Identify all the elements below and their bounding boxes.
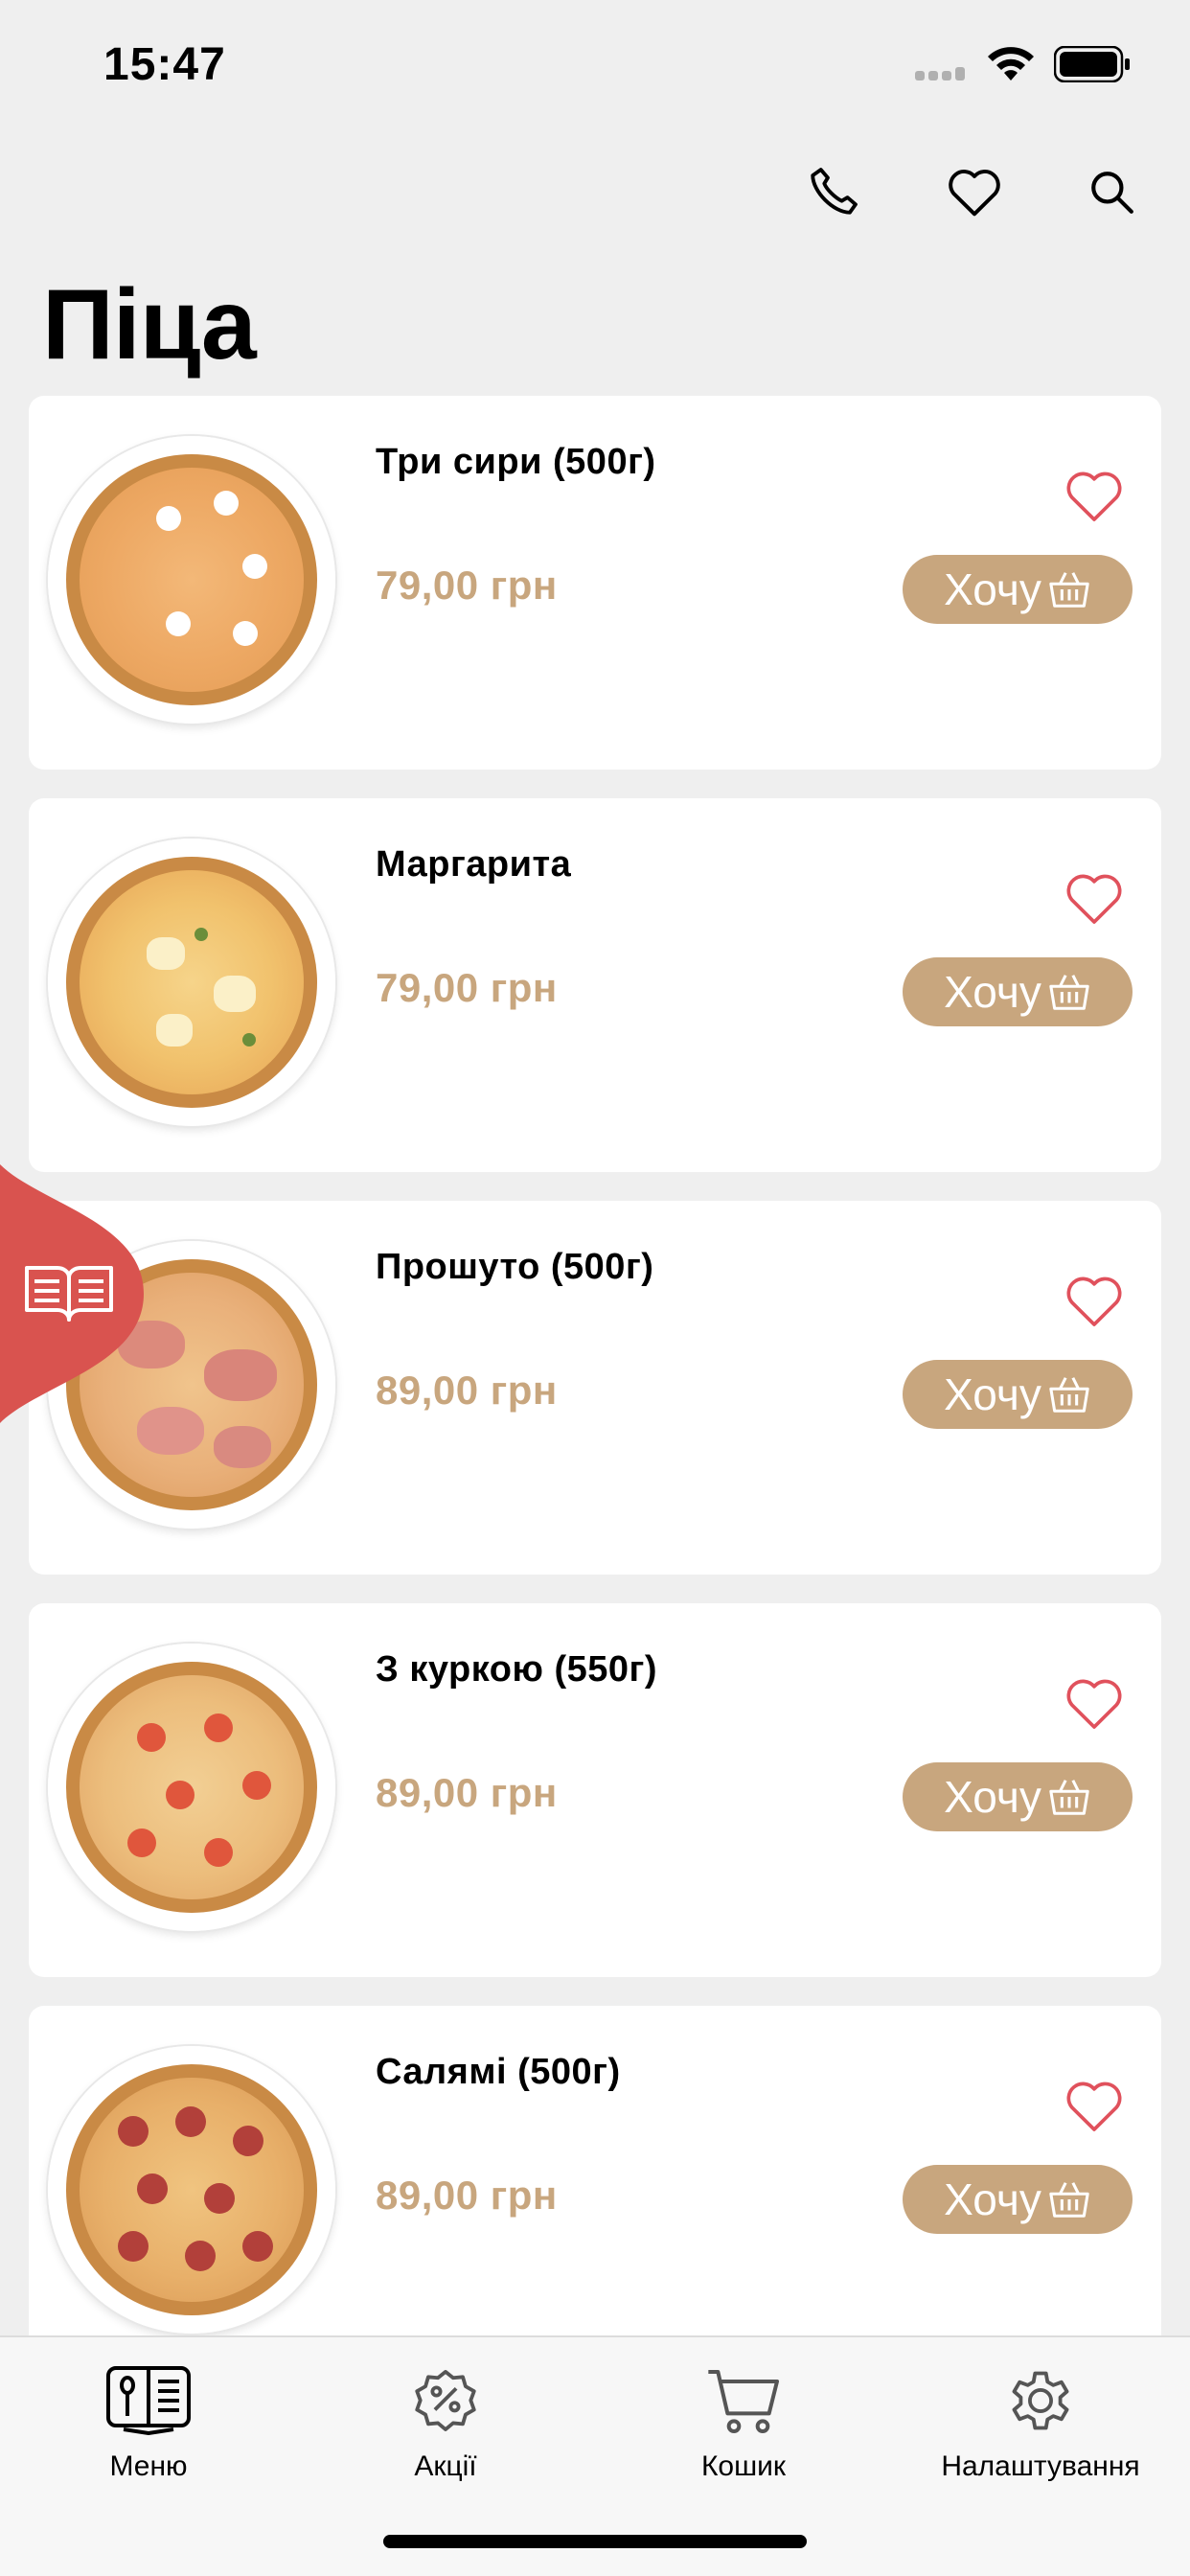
favorite-heart-icon[interactable] <box>1060 867 1129 929</box>
product-price: 79,00 грн <box>376 563 558 608</box>
tab-label: Меню <box>109 2450 188 2482</box>
add-to-cart-label: Хочу <box>944 1772 1041 1822</box>
add-to-cart-button[interactable]: Хочу <box>903 1762 1133 1831</box>
cart-icon <box>708 2370 779 2433</box>
tab-cart[interactable]: Кошик <box>624 2355 863 2508</box>
tab-label: Акції <box>414 2450 477 2482</box>
pizza-image <box>48 2046 335 2334</box>
product-card[interactable]: Салямі (500г) 89,00 грн Хочу <box>29 2006 1161 2380</box>
add-to-cart-button[interactable]: Хочу <box>903 957 1133 1026</box>
basket-icon <box>1049 572 1089 608</box>
product-card[interactable]: Маргарита 79,00 грн Хочу <box>29 798 1161 1172</box>
tab-menu[interactable]: Меню <box>29 2355 268 2508</box>
tab-label: Налаштування <box>941 2450 1140 2482</box>
product-name: Три сири (500г) <box>376 442 656 482</box>
product-price: 89,00 грн <box>376 1368 558 1413</box>
favorite-heart-icon[interactable] <box>1060 2075 1129 2136</box>
battery-icon <box>1054 46 1130 82</box>
add-to-cart-button[interactable]: Хочу <box>903 1360 1133 1429</box>
favorites-heart-icon[interactable] <box>936 153 1013 230</box>
add-to-cart-button[interactable]: Хочу <box>903 555 1133 624</box>
pizza-image <box>48 436 335 724</box>
product-name: Прошуто (500г) <box>376 1247 654 1287</box>
cellular-signal-icon <box>915 67 965 80</box>
add-to-cart-label: Хочу <box>944 564 1041 614</box>
gear-icon <box>1012 2371 1069 2430</box>
favorite-heart-icon[interactable] <box>1060 465 1129 526</box>
product-name: Маргарита <box>376 844 572 885</box>
product-name: Салямі (500г) <box>376 2052 621 2092</box>
product-card[interactable]: Три сири (500г) 79,00 грн Хочу <box>29 396 1161 770</box>
top-actions <box>0 153 1190 230</box>
tab-promotions[interactable]: Акції <box>326 2355 565 2508</box>
pizza-image <box>48 1644 335 1931</box>
add-to-cart-label: Хочу <box>944 1369 1041 1419</box>
search-icon[interactable] <box>1073 153 1150 230</box>
tab-label: Кошик <box>700 2450 787 2482</box>
product-price: 89,00 грн <box>376 2173 558 2218</box>
product-price: 89,00 грн <box>376 1770 558 1815</box>
page-title: Піца <box>42 269 257 380</box>
status-time: 15:47 <box>103 39 226 90</box>
phone-icon[interactable] <box>795 153 872 230</box>
menu-book-icon <box>106 2366 191 2435</box>
basket-icon <box>1049 1780 1089 1815</box>
add-to-cart-button[interactable]: Хочу <box>903 2165 1133 2234</box>
basket-icon <box>1049 1377 1089 1413</box>
add-to-cart-label: Хочу <box>944 967 1041 1017</box>
favorite-heart-icon[interactable] <box>1060 1270 1129 1331</box>
product-card[interactable]: Прошуто (500г) 89,00 грн Хочу <box>29 1201 1161 1575</box>
product-price: 79,00 грн <box>376 965 558 1010</box>
add-to-cart-label: Хочу <box>944 2174 1041 2224</box>
favorite-heart-icon[interactable] <box>1060 1672 1129 1734</box>
tab-settings[interactable]: Налаштування <box>921 2355 1160 2508</box>
wifi-icon <box>988 47 1034 80</box>
discount-badge-icon <box>415 2370 476 2431</box>
basket-icon <box>1049 2182 1089 2218</box>
product-card[interactable]: З куркою (550г) 89,00 грн Хочу <box>29 1603 1161 1977</box>
status-bar: 15:47 <box>0 0 1190 125</box>
home-indicator <box>383 2535 807 2548</box>
floating-menu-button[interactable] <box>0 1164 153 1423</box>
basket-icon <box>1049 975 1089 1010</box>
pizza-image <box>48 839 335 1126</box>
product-name: З куркою (550г) <box>376 1649 658 1690</box>
